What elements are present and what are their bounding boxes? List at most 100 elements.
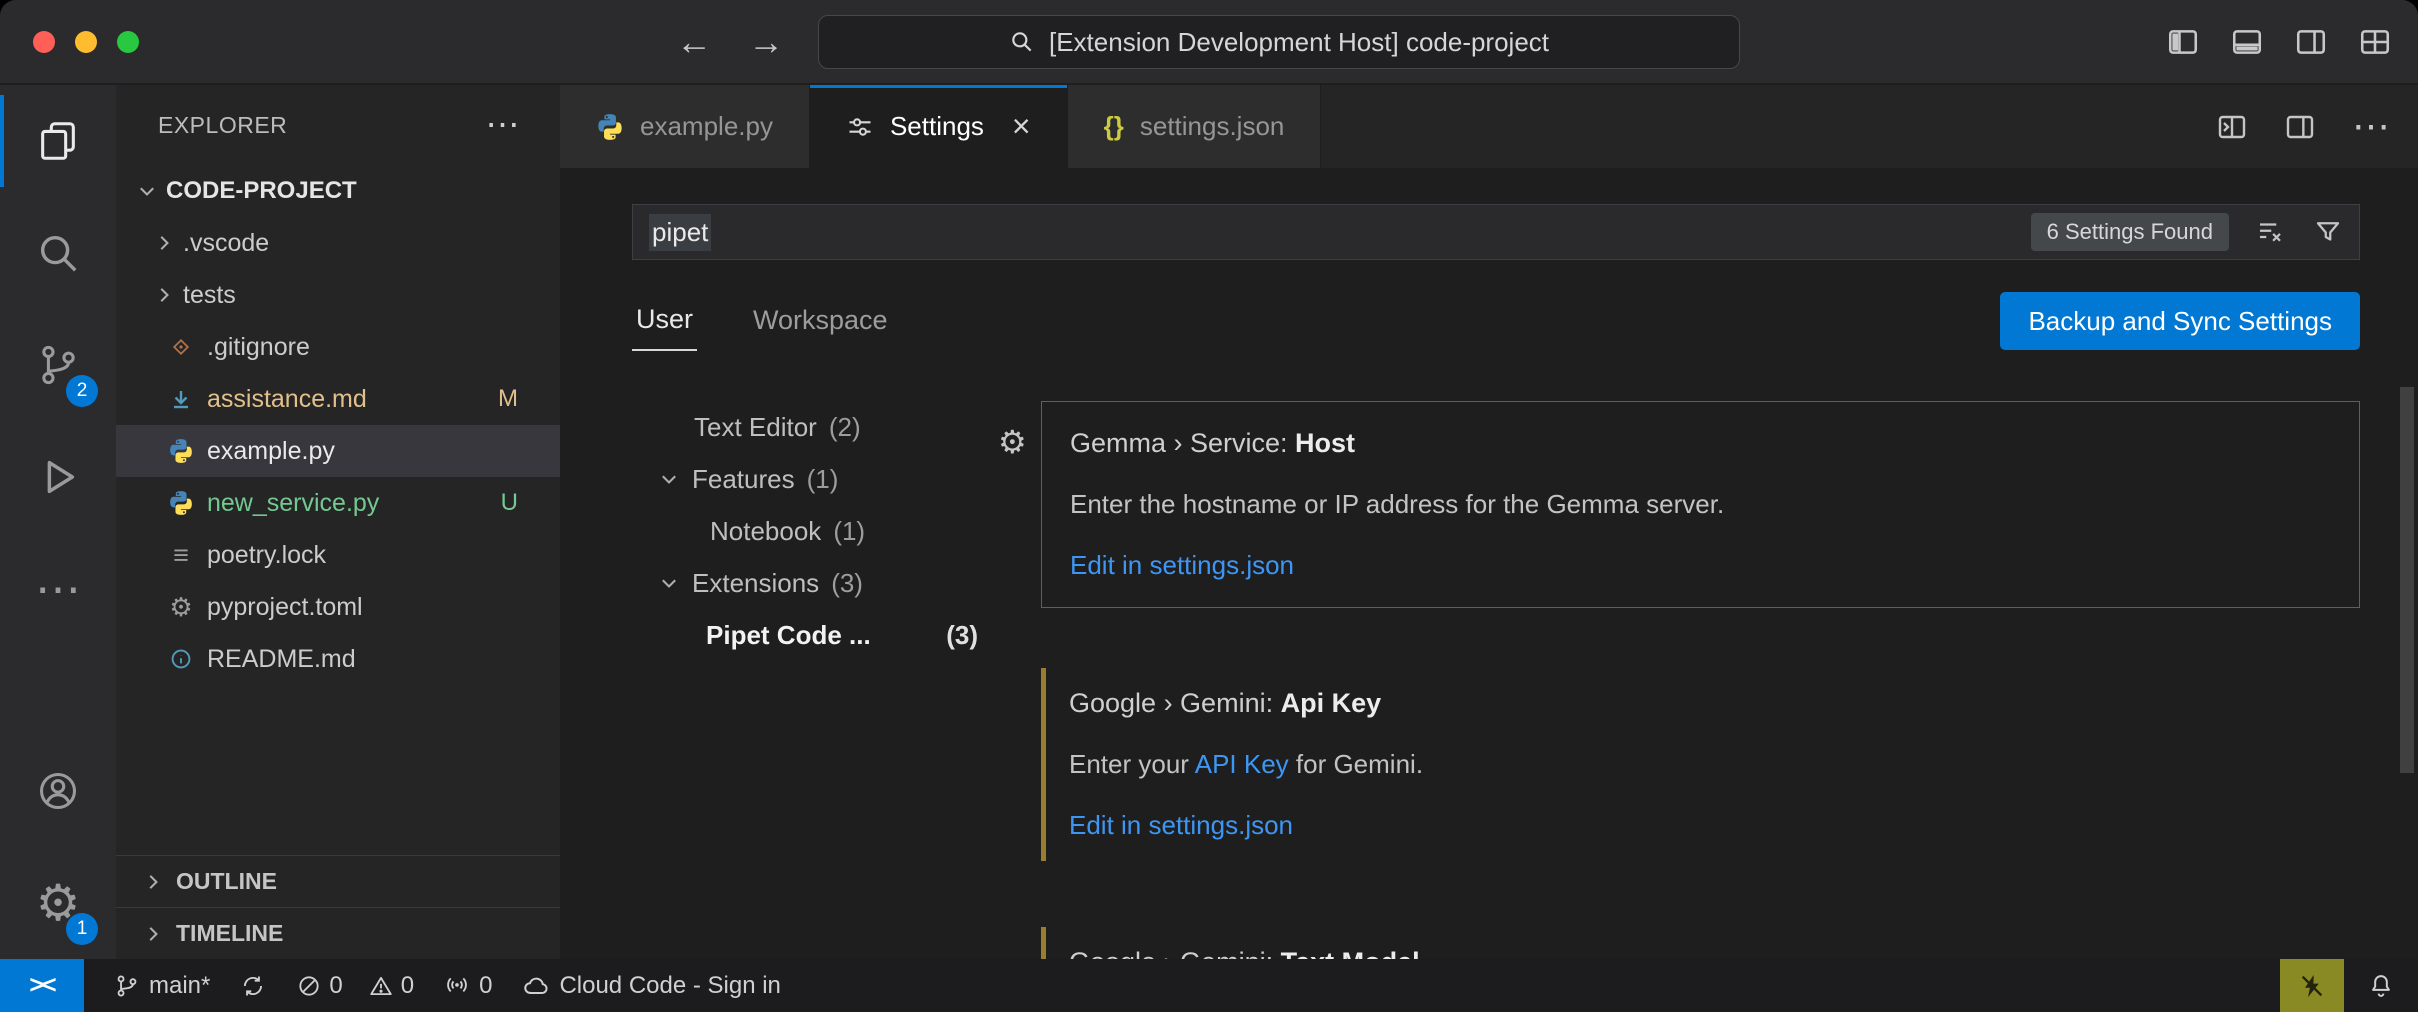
toc-count: (2) — [829, 412, 861, 443]
cloud-code-status-item[interactable]: Cloud Code - Sign in — [522, 972, 780, 1000]
tree-item-gitignore[interactable]: .gitignore — [116, 321, 560, 373]
edit-in-settings-json-link[interactable]: Edit in settings.json — [1069, 810, 1293, 841]
remote-indicator[interactable]: >< — [0, 959, 84, 1012]
toc-notebook[interactable]: Notebook (1) — [632, 505, 1008, 557]
toc-count: (1) — [807, 464, 839, 495]
command-center[interactable]: [Extension Development Host] code-projec… — [818, 15, 1740, 69]
git-status-badge: M — [498, 385, 518, 413]
git-branch-icon — [114, 973, 140, 999]
source-control-view-icon[interactable]: 2 — [0, 309, 116, 421]
setting-gear-icon[interactable]: ⚙ — [998, 426, 1027, 458]
tab-label: settings.json — [1140, 111, 1285, 142]
explorer-view-icon[interactable] — [0, 85, 116, 197]
additional-views-icon[interactable]: ⋯ — [0, 533, 116, 645]
tree-item-new-service-py[interactable]: new_service.py U — [116, 477, 560, 529]
scope-tab-user[interactable]: User — [632, 292, 697, 351]
branch-status-item[interactable]: main* — [114, 972, 210, 1000]
tree-item-readme-md[interactable]: README.md — [116, 633, 560, 685]
editor-layout-icon[interactable] — [2284, 111, 2316, 143]
sidebar-bottom-sections: OUTLINE TIMELINE — [116, 855, 560, 959]
python-icon — [596, 113, 624, 141]
outline-section-header[interactable]: OUTLINE — [116, 855, 560, 907]
explorer-sidebar: EXPLORER ⋯ CODE-PROJECT .vscode tests — [116, 85, 560, 959]
sync-status-item[interactable] — [240, 973, 266, 999]
tab-label: example.py — [640, 111, 773, 142]
file-label: README.md — [207, 645, 356, 674]
description-text: Enter your — [1069, 749, 1195, 779]
bell-icon — [2367, 972, 2395, 1000]
zoom-window-button[interactable] — [117, 31, 139, 53]
toc-features[interactable]: Features (1) — [632, 453, 1008, 505]
toml-file-icon: ⚙ — [167, 594, 195, 620]
minimize-window-button[interactable] — [75, 31, 97, 53]
search-view-icon[interactable] — [0, 197, 116, 309]
close-tab-icon[interactable]: × — [1012, 108, 1031, 145]
folder-label: .vscode — [183, 229, 269, 258]
setting-description: Enter your API Key for Gemini. — [1069, 748, 2332, 780]
forward-icon[interactable]: → — [748, 21, 784, 63]
broadcast-icon — [444, 973, 470, 999]
toc-extensions[interactable]: Extensions (3) — [632, 557, 1008, 609]
backup-sync-settings-button[interactable]: Backup and Sync Settings — [2000, 292, 2360, 350]
setting-title: Google › Gemini: Api Key — [1069, 686, 2332, 720]
more-actions-icon[interactable]: ⋯ — [2352, 108, 2390, 146]
status-bar-right — [2280, 959, 2418, 1012]
section-label: OUTLINE — [176, 868, 277, 895]
settings-scope-row: User Workspace Backup and Sync Settings — [632, 290, 2360, 352]
back-icon[interactable]: ← — [676, 21, 712, 63]
toc-label: Extensions — [692, 568, 819, 599]
python-file-icon — [167, 490, 195, 516]
tree-item-assistance-md[interactable]: assistance.md M — [116, 373, 560, 425]
tree-item-pyproject-toml[interactable]: ⚙ pyproject.toml — [116, 581, 560, 633]
setting-title: Gemma › Service: Host — [1070, 426, 2331, 460]
ports-status-item[interactable]: 0 — [444, 972, 492, 1000]
notifications-bell-button[interactable] — [2344, 972, 2418, 1000]
tab-settings-json[interactable]: {} settings.json — [1068, 85, 1322, 168]
toggle-panel-icon[interactable] — [2230, 25, 2264, 59]
titlebar-actions — [2166, 0, 2392, 84]
lightning-off-status-button[interactable] — [2280, 959, 2344, 1012]
run-debug-view-icon[interactable] — [0, 421, 116, 533]
tree-item-poetry-lock[interactable]: ≡ poetry.lock — [116, 529, 560, 581]
tree-root-code-project[interactable]: CODE-PROJECT — [116, 165, 560, 217]
problems-status-item[interactable]: 0 0 — [296, 972, 414, 1000]
customize-layout-icon[interactable] — [2358, 25, 2392, 59]
tree-item-tests[interactable]: tests — [116, 269, 560, 321]
timeline-section-header[interactable]: TIMELINE — [116, 907, 560, 959]
lightning-off-icon — [2298, 972, 2326, 1000]
explorer-more-actions-icon[interactable]: ⋯ — [486, 105, 521, 145]
scm-changes-badge: 2 — [66, 375, 98, 407]
settings-search-input[interactable]: pipet 6 Settings Found — [632, 204, 2360, 260]
toc-pipet-code[interactable]: Pipet Code ... (3) — [632, 609, 1008, 661]
file-label: poetry.lock — [207, 541, 326, 570]
manage-settings-icon[interactable]: ⚙ 1 — [0, 847, 116, 959]
split-editor-icon[interactable] — [2216, 111, 2248, 143]
toc-text-editor[interactable]: Text Editor (2) — [632, 401, 1008, 453]
warning-count: 0 — [401, 972, 414, 1000]
api-key-link[interactable]: API Key — [1195, 749, 1289, 779]
settings-scrollbar[interactable] — [2400, 387, 2414, 773]
toggle-secondary-sidebar-icon[interactable] — [2294, 25, 2328, 59]
accounts-icon[interactable] — [0, 735, 116, 847]
tree-item-example-py[interactable]: example.py — [116, 425, 560, 477]
toc-label: Text Editor — [632, 412, 817, 443]
tab-settings[interactable]: Settings × — [810, 85, 1068, 168]
chevron-right-icon — [153, 284, 175, 306]
search-icon — [1009, 29, 1035, 55]
settings-editor: pipet 6 Settings Found User Workspace Ba… — [560, 168, 2418, 959]
editor-area: example.py Settings × {} settings.json — [560, 85, 2418, 959]
close-window-button[interactable] — [33, 31, 55, 53]
filter-settings-icon[interactable] — [2313, 217, 2343, 247]
cloud-icon — [522, 972, 550, 1000]
tree-item-vscode[interactable]: .vscode — [116, 217, 560, 269]
clear-settings-search-icon[interactable] — [2255, 217, 2285, 247]
setting-gemma-service-host[interactable]: ⚙ Gemma › Service: Host Enter the hostna… — [1041, 401, 2360, 608]
toggle-primary-sidebar-icon[interactable] — [2166, 25, 2200, 59]
warning-icon — [368, 973, 394, 999]
settings-toc: Text Editor (2) Features (1) Notebook (1… — [632, 393, 1008, 959]
tab-example-py[interactable]: example.py — [560, 85, 810, 168]
setting-google-gemini-api-key[interactable]: Google › Gemini: Api Key Enter your API … — [1041, 662, 2360, 867]
scope-tab-workspace[interactable]: Workspace — [749, 293, 892, 350]
edit-in-settings-json-link[interactable]: Edit in settings.json — [1070, 550, 1294, 581]
remote-icon: >< — [29, 971, 54, 1000]
